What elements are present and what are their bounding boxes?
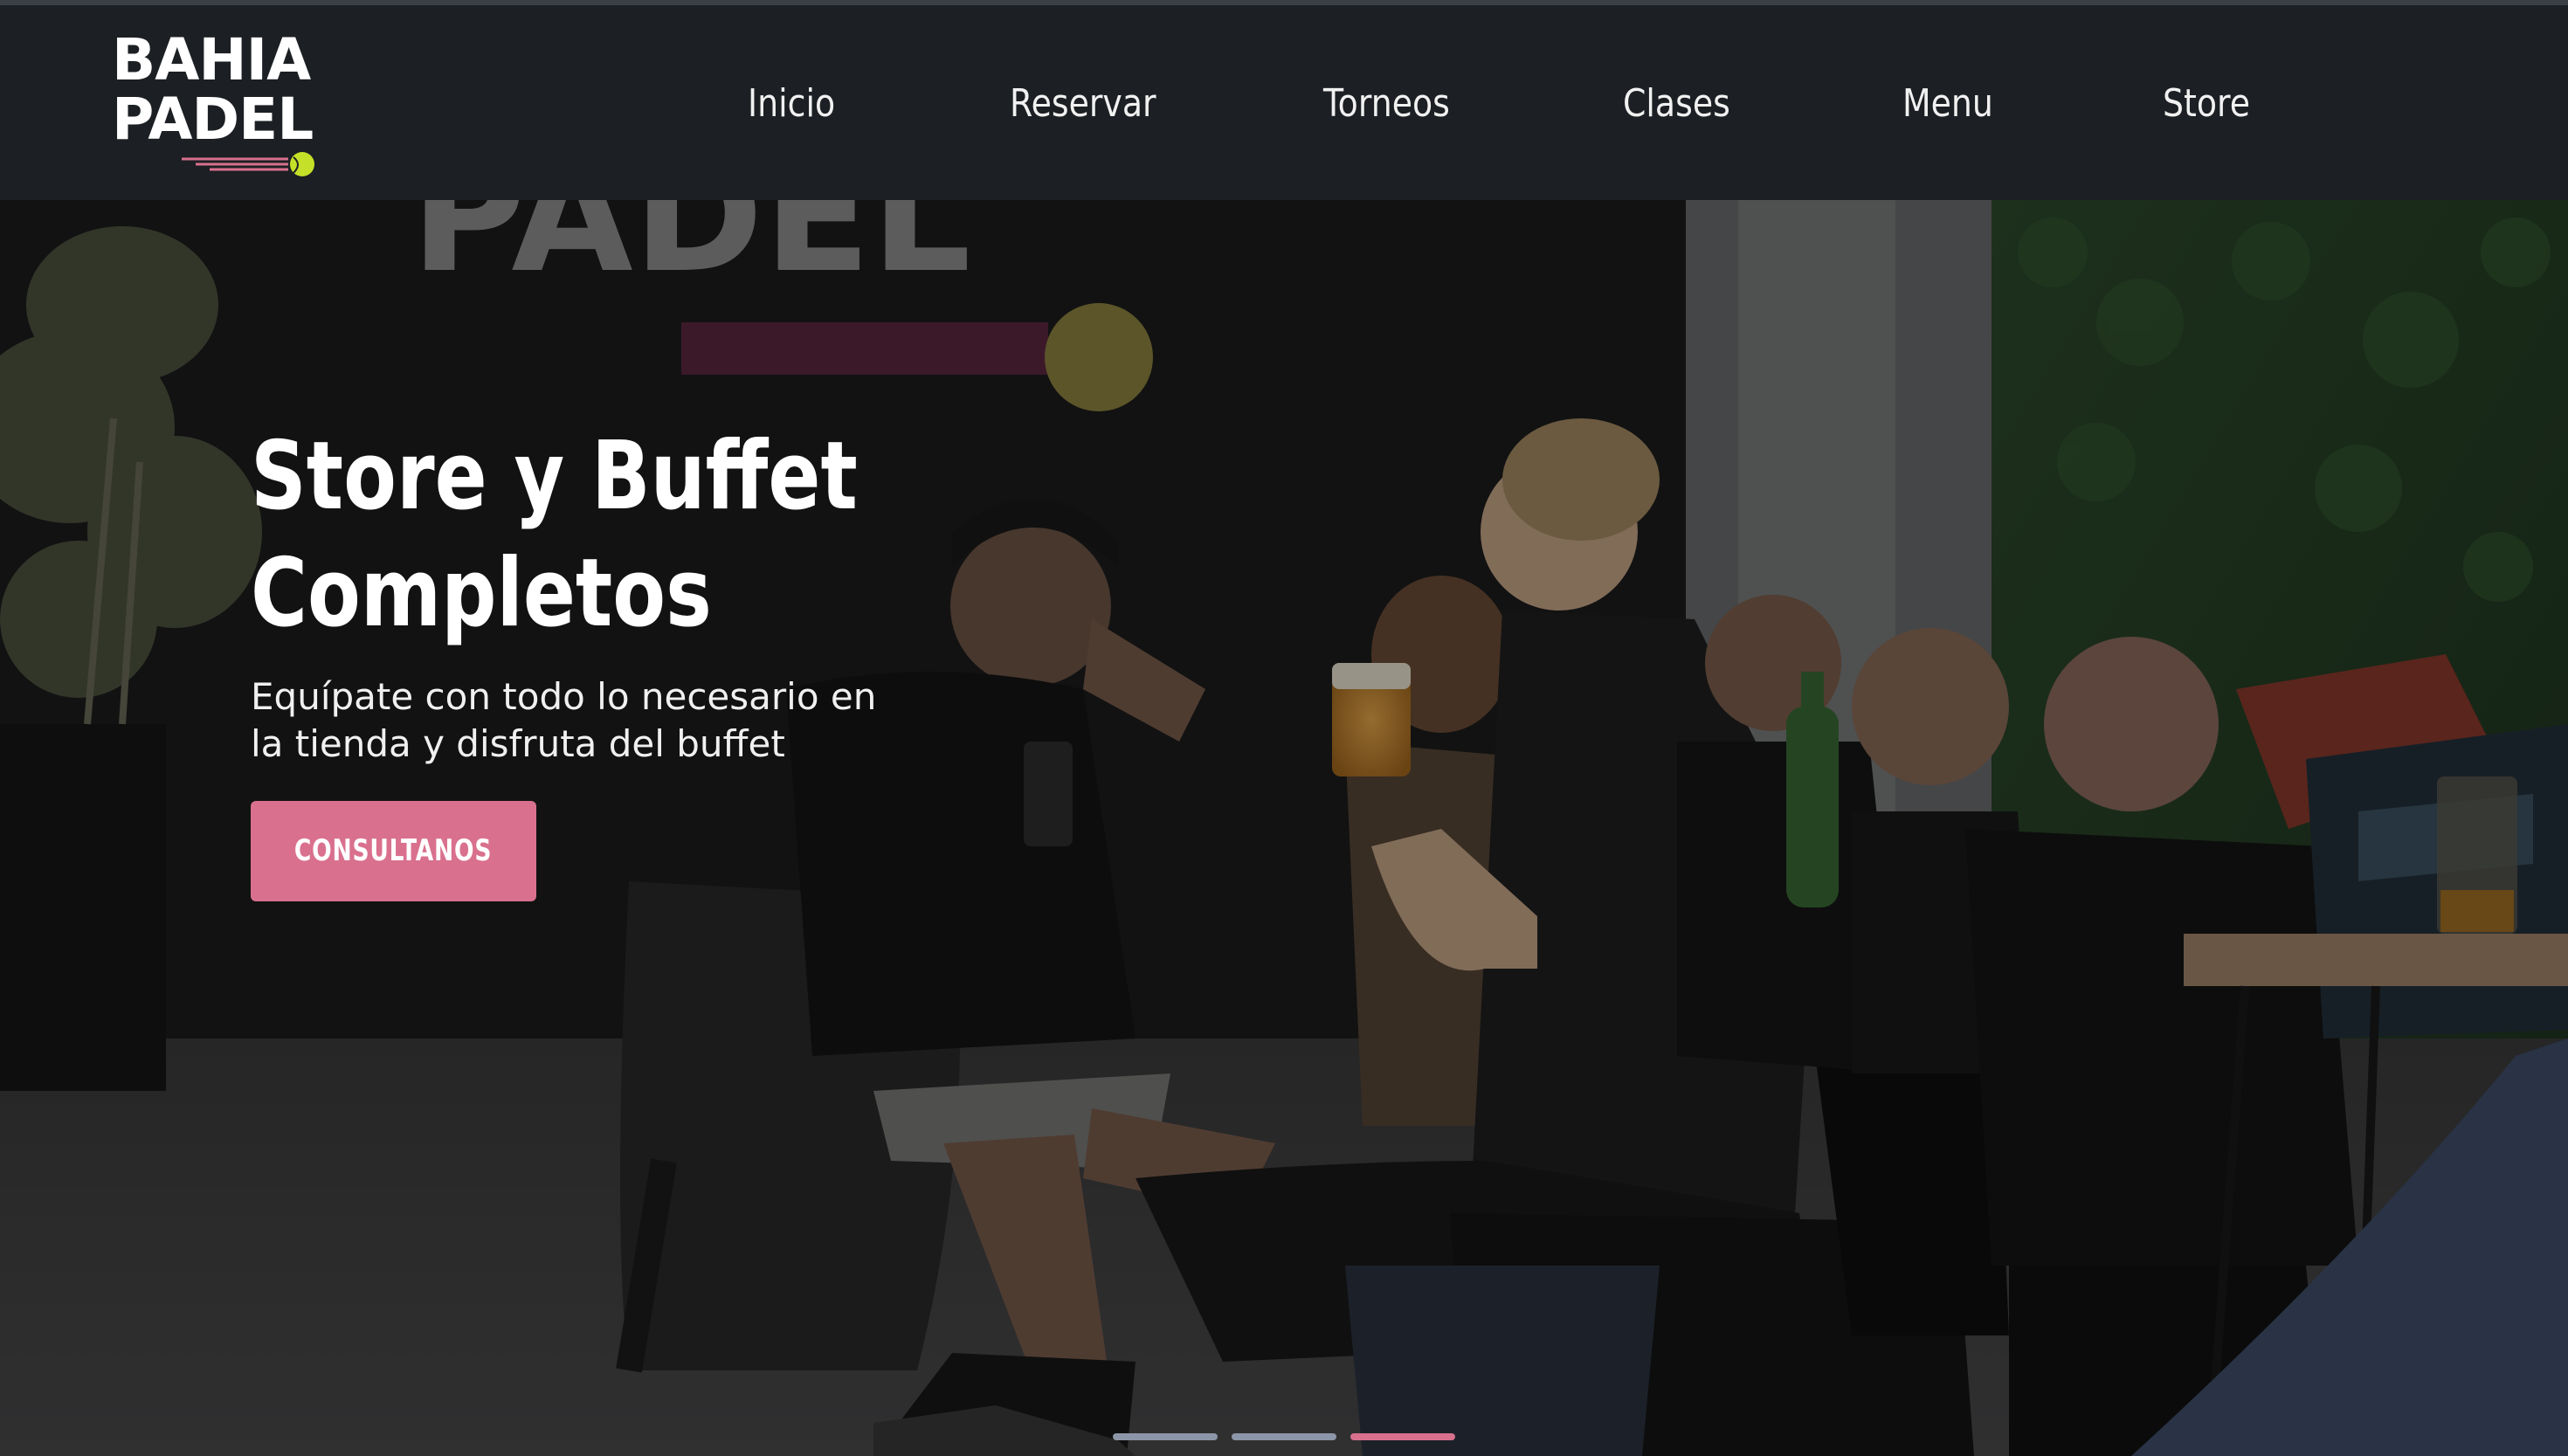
consultanos-button-label: CONSULTANOS [294, 833, 493, 868]
hero-title: Store y Buffet Completos [251, 418, 1110, 652]
nav-item-inicio[interactable]: Inicio [748, 73, 835, 135]
carousel-indicator-2[interactable] [1232, 1433, 1336, 1440]
carousel-indicator-3[interactable] [1350, 1433, 1455, 1440]
carousel-indicator-1[interactable] [1113, 1433, 1218, 1440]
hero-slider: PADEL Store y Buffet Completos Equípate … [0, 200, 2568, 1456]
page: BAHIA PADEL Inicio Reservar Torneos Clas… [0, 0, 2568, 1456]
nav-item-menu[interactable]: Menu [1902, 73, 1993, 135]
hero-title-line-1: Store y Buffet [251, 422, 858, 531]
nav-item-clases[interactable]: Clases [1623, 73, 1730, 135]
main-nav: Inicio Reservar Torneos Clases Menu Stor… [0, 5, 2568, 200]
hero-caption: Store y Buffet Completos Equípate con to… [251, 418, 1212, 901]
site-header: BAHIA PADEL Inicio Reservar Torneos Clas… [0, 5, 2568, 200]
hero-title-line-2: Completos [251, 539, 712, 648]
hero-subtitle-line-1: Equípate con todo lo necesario en [251, 675, 877, 718]
nav-item-torneos[interactable]: Torneos [1323, 73, 1450, 135]
hero-subtitle-line-2: la tienda y disfruta del buffet [251, 722, 785, 765]
nav-item-store[interactable]: Store [2163, 73, 2250, 135]
carousel-indicators [1113, 1433, 1462, 1442]
hero-subtitle: Equípate con todo lo necesario en la tie… [251, 673, 1037, 768]
consultanos-button[interactable]: CONSULTANOS [251, 801, 536, 901]
nav-item-reservar[interactable]: Reservar [1010, 73, 1156, 135]
